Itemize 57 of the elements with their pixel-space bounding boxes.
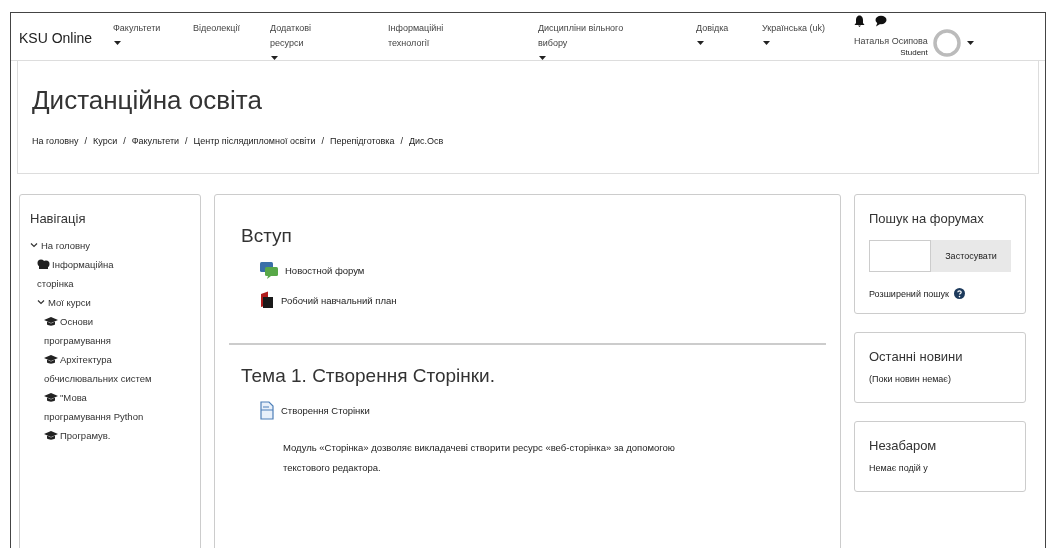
tree-item[interactable]: Основи програмування (44, 312, 154, 350)
block-title: Останні новини (869, 349, 964, 364)
tree-item[interactable]: "Мова програмування Python (44, 388, 154, 426)
nav-menu-item[interactable]: Додаткові ресурси (270, 21, 388, 62)
tree-item[interactable]: Архітектура обчислювальних систем (44, 350, 154, 388)
nav-menu-item[interactable]: Інформаційні технології (388, 21, 538, 51)
block-title: Навігація (30, 211, 87, 226)
activity-link[interactable]: Робочий навчальний план (259, 291, 826, 309)
breadcrumb-link[interactable]: Курси (93, 136, 118, 146)
user-name[interactable]: Наталья Осипова (854, 35, 928, 47)
graduation-cap-icon (44, 354, 58, 364)
tree-item[interactable]: Мої курси (37, 293, 147, 312)
people-icon (37, 258, 50, 269)
avatar-icon (931, 28, 962, 58)
breadcrumb-separator: / (321, 136, 324, 146)
breadcrumb-separator: / (123, 136, 126, 146)
help-icon (953, 288, 965, 299)
caret-icon (965, 39, 975, 47)
graduation-cap-icon (44, 430, 58, 440)
tree-item[interactable]: Програмув. (44, 426, 154, 445)
breadcrumb-separator: / (400, 136, 403, 146)
nav-menu-item[interactable]: Дисципліни вільного вибору (538, 21, 696, 62)
forum-icon (259, 261, 279, 279)
nav-menu-item[interactable]: Відеолекції (193, 21, 270, 36)
tree-item[interactable]: На головну (30, 236, 140, 255)
breadcrumb-separator: / (84, 136, 88, 146)
block-title: Незабаром (869, 438, 938, 453)
block-text: (Поки новин немає) (869, 374, 952, 384)
site-logo-link[interactable]: KSU Online (19, 30, 113, 46)
breadcrumb-separator: / (185, 136, 188, 146)
page-icon (259, 401, 275, 420)
user-role: Student (900, 47, 928, 59)
nav-menu-item[interactable]: Українська (uk) (762, 21, 854, 47)
nav-menu-item[interactable]: Довідка (696, 21, 762, 47)
breadcrumb-link[interactable]: На головну (32, 136, 79, 146)
bell-icon (854, 15, 865, 27)
graduation-cap-icon (44, 392, 58, 402)
advanced-search-link[interactable]: Розширений пошук (869, 288, 949, 299)
search-field[interactable] (869, 240, 931, 272)
apply-button[interactable]: Застосувати (931, 240, 1011, 272)
nav-menu-item[interactable]: Факультети (113, 21, 193, 47)
chat-icon (875, 15, 887, 27)
breadcrumb-link[interactable]: Дис.Осв (408, 136, 444, 146)
activity-link[interactable]: Новостной форум (259, 261, 826, 279)
activity-link[interactable]: Створення Сторінки (259, 401, 826, 420)
tree-item[interactable]: Інформаційна сторінка (37, 255, 147, 293)
page-title: Дистанційна освіта (32, 85, 263, 116)
breadcrumb-link[interactable]: Центр післядипломної освіти (193, 136, 316, 146)
activity-description: Модуль «Сторінка» дозволяє викладачеві створити ресурс «веб-сторінка» за допомогою текстового редактора. (283, 441, 676, 475)
section-title: Тема 1. Створення Сторінки. (241, 365, 496, 387)
block-text: Немає подій у (869, 463, 929, 473)
section-title: Вступ (241, 225, 293, 247)
graduation-cap-icon (44, 316, 58, 326)
document-icon (259, 291, 275, 309)
breadcrumb-link[interactable]: Перепідготовка (329, 136, 395, 146)
block-title: Пошук на форумах (869, 211, 985, 226)
breadcrumb-link[interactable]: Факультети (131, 136, 180, 146)
